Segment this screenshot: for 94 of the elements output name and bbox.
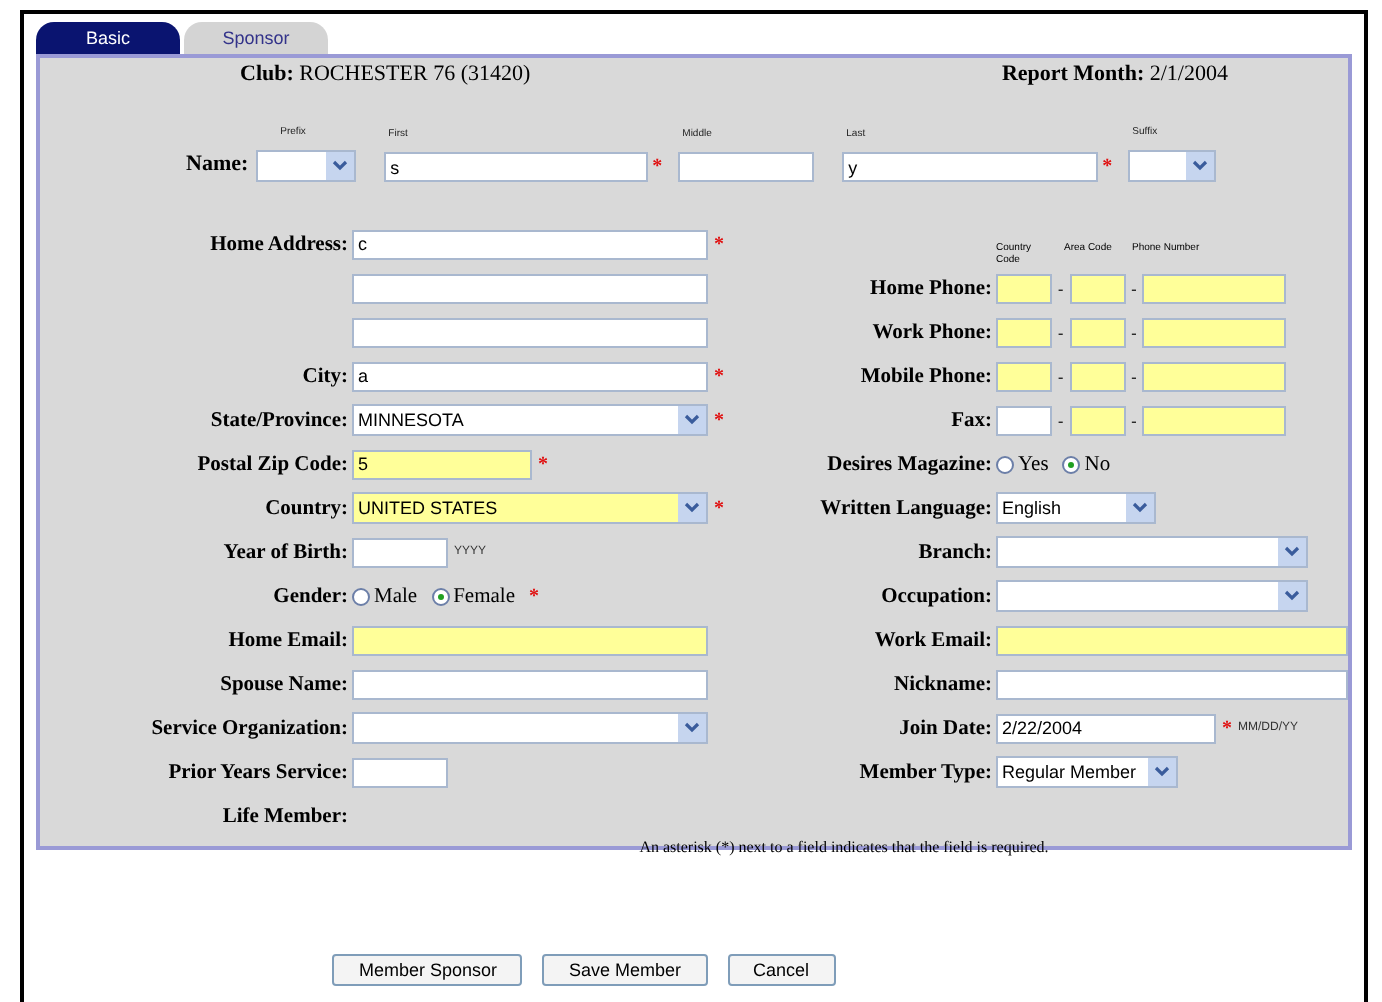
separator-dash: - <box>1058 279 1064 297</box>
phone-field[interactable] <box>1069 317 1126 347</box>
text-field[interactable] <box>996 625 1348 655</box>
separator-dash: - <box>1058 411 1064 429</box>
dropdown[interactable] <box>996 580 1308 612</box>
dropdown[interactable] <box>256 150 357 182</box>
text-field[interactable]: c <box>352 229 708 259</box>
radio-option[interactable]: Yes <box>996 453 1049 475</box>
separator-dash: - <box>1131 411 1137 429</box>
separator-dash: - <box>1131 279 1137 297</box>
field-label: Postal Zip Code: <box>195 453 350 475</box>
tab[interactable]: Basic <box>36 22 180 54</box>
required-asterisk: * <box>538 453 548 475</box>
field-label: Fax: <box>949 409 994 431</box>
radio-button[interactable] <box>1062 455 1081 473</box>
field-label: Member Type: <box>857 761 994 783</box>
required-asterisk: * <box>714 365 724 387</box>
field-label: Desires Magazine: <box>825 453 994 475</box>
field-label: City: <box>300 365 350 387</box>
dropdown[interactable]: UNITED STATES <box>352 492 708 524</box>
radio-option[interactable]: Male <box>352 585 418 607</box>
phone-field[interactable] <box>1069 405 1126 435</box>
dropdown[interactable] <box>1128 150 1217 182</box>
phone-field[interactable] <box>1142 405 1287 435</box>
field-label: Year of Birth: <box>221 541 350 563</box>
field-label: Written Language: <box>818 497 994 519</box>
text-field[interactable] <box>678 152 815 182</box>
text-field[interactable]: y <box>842 152 1099 182</box>
required-asterisk: * <box>714 233 724 255</box>
text-field[interactable]: 5 <box>352 449 532 479</box>
radio-button[interactable] <box>431 587 450 605</box>
field-label: Life Member: <box>220 805 350 827</box>
phone-field[interactable] <box>1142 317 1287 347</box>
phone-field[interactable] <box>996 361 1052 391</box>
field-label: Mobile Phone: <box>858 365 994 387</box>
field-label: Home Address: <box>208 233 350 255</box>
club-info: Club: ROCHESTER 76 (31420) <box>240 62 531 86</box>
field-label: Country: <box>263 497 350 519</box>
phone-field[interactable] <box>1069 273 1126 303</box>
separator-dash: - <box>1058 323 1064 341</box>
required-asterisk: * <box>714 409 724 431</box>
phone-field[interactable] <box>996 273 1052 303</box>
text-field[interactable] <box>352 273 708 303</box>
text-field[interactable] <box>352 537 448 567</box>
radio-button[interactable] <box>996 455 1014 473</box>
field-label: Work Phone: <box>870 321 994 343</box>
field-label: State/Province: <box>208 409 350 431</box>
text-field[interactable]: 2/22/2004 <box>996 713 1216 743</box>
field-label: Spouse Name: <box>218 673 350 695</box>
dropdown[interactable]: English <box>996 492 1156 524</box>
required-asterisk: * <box>1222 717 1232 739</box>
phone-field[interactable] <box>1142 361 1287 391</box>
phone-field[interactable] <box>996 405 1052 435</box>
dropdown[interactable]: MINNESOTA <box>352 404 708 436</box>
phone-field[interactable] <box>1069 361 1126 391</box>
field-label: Name: <box>186 152 249 176</box>
dropdown[interactable]: Regular Member <box>996 756 1179 788</box>
dropdown[interactable] <box>996 536 1308 568</box>
field-label: Home Email: <box>226 629 350 651</box>
separator-dash: - <box>1131 323 1137 341</box>
field-label: Service Organization: <box>149 717 350 739</box>
field-label: Nickname: <box>892 673 994 695</box>
form-button[interactable]: Save Member <box>542 954 708 986</box>
field-label: Prior Years Service: <box>166 761 350 783</box>
text-field[interactable]: s <box>384 152 649 182</box>
radio-option[interactable]: No <box>1062 453 1111 475</box>
separator-dash: - <box>1058 367 1064 385</box>
text-field[interactable] <box>352 625 708 655</box>
phone-field[interactable] <box>1142 273 1287 303</box>
field-label: Branch: <box>916 541 994 563</box>
radio-option[interactable]: Female <box>431 585 515 607</box>
text-field[interactable] <box>352 669 708 699</box>
required-asterisk: * <box>652 156 663 178</box>
report-month: Report Month: 2/1/2004 <box>1001 62 1228 86</box>
field-label: Join Date: <box>897 717 994 739</box>
field-label: Work Email: <box>872 629 994 651</box>
tab[interactable]: Sponsor <box>184 22 328 54</box>
radio-button[interactable] <box>352 587 370 605</box>
dropdown[interactable] <box>352 712 708 744</box>
text-field[interactable]: a <box>352 361 708 391</box>
field-label: Occupation: <box>879 585 994 607</box>
text-field[interactable] <box>352 757 448 787</box>
required-asterisk: * <box>1102 156 1113 178</box>
text-field[interactable] <box>352 317 708 347</box>
form-button[interactable]: Member Sponsor <box>332 954 523 986</box>
separator-dash: - <box>1131 367 1137 385</box>
required-asterisk: * <box>528 585 539 607</box>
phone-field[interactable] <box>996 317 1052 347</box>
text-field[interactable] <box>996 669 1348 699</box>
field-label: Home Phone: <box>868 277 994 299</box>
required-asterisk: * <box>714 497 724 519</box>
field-label: Gender: <box>271 585 350 607</box>
form-button[interactable]: Cancel <box>727 954 836 986</box>
required-note: An asterisk (*) next to a field indicates that the field is required. <box>637 838 1051 860</box>
